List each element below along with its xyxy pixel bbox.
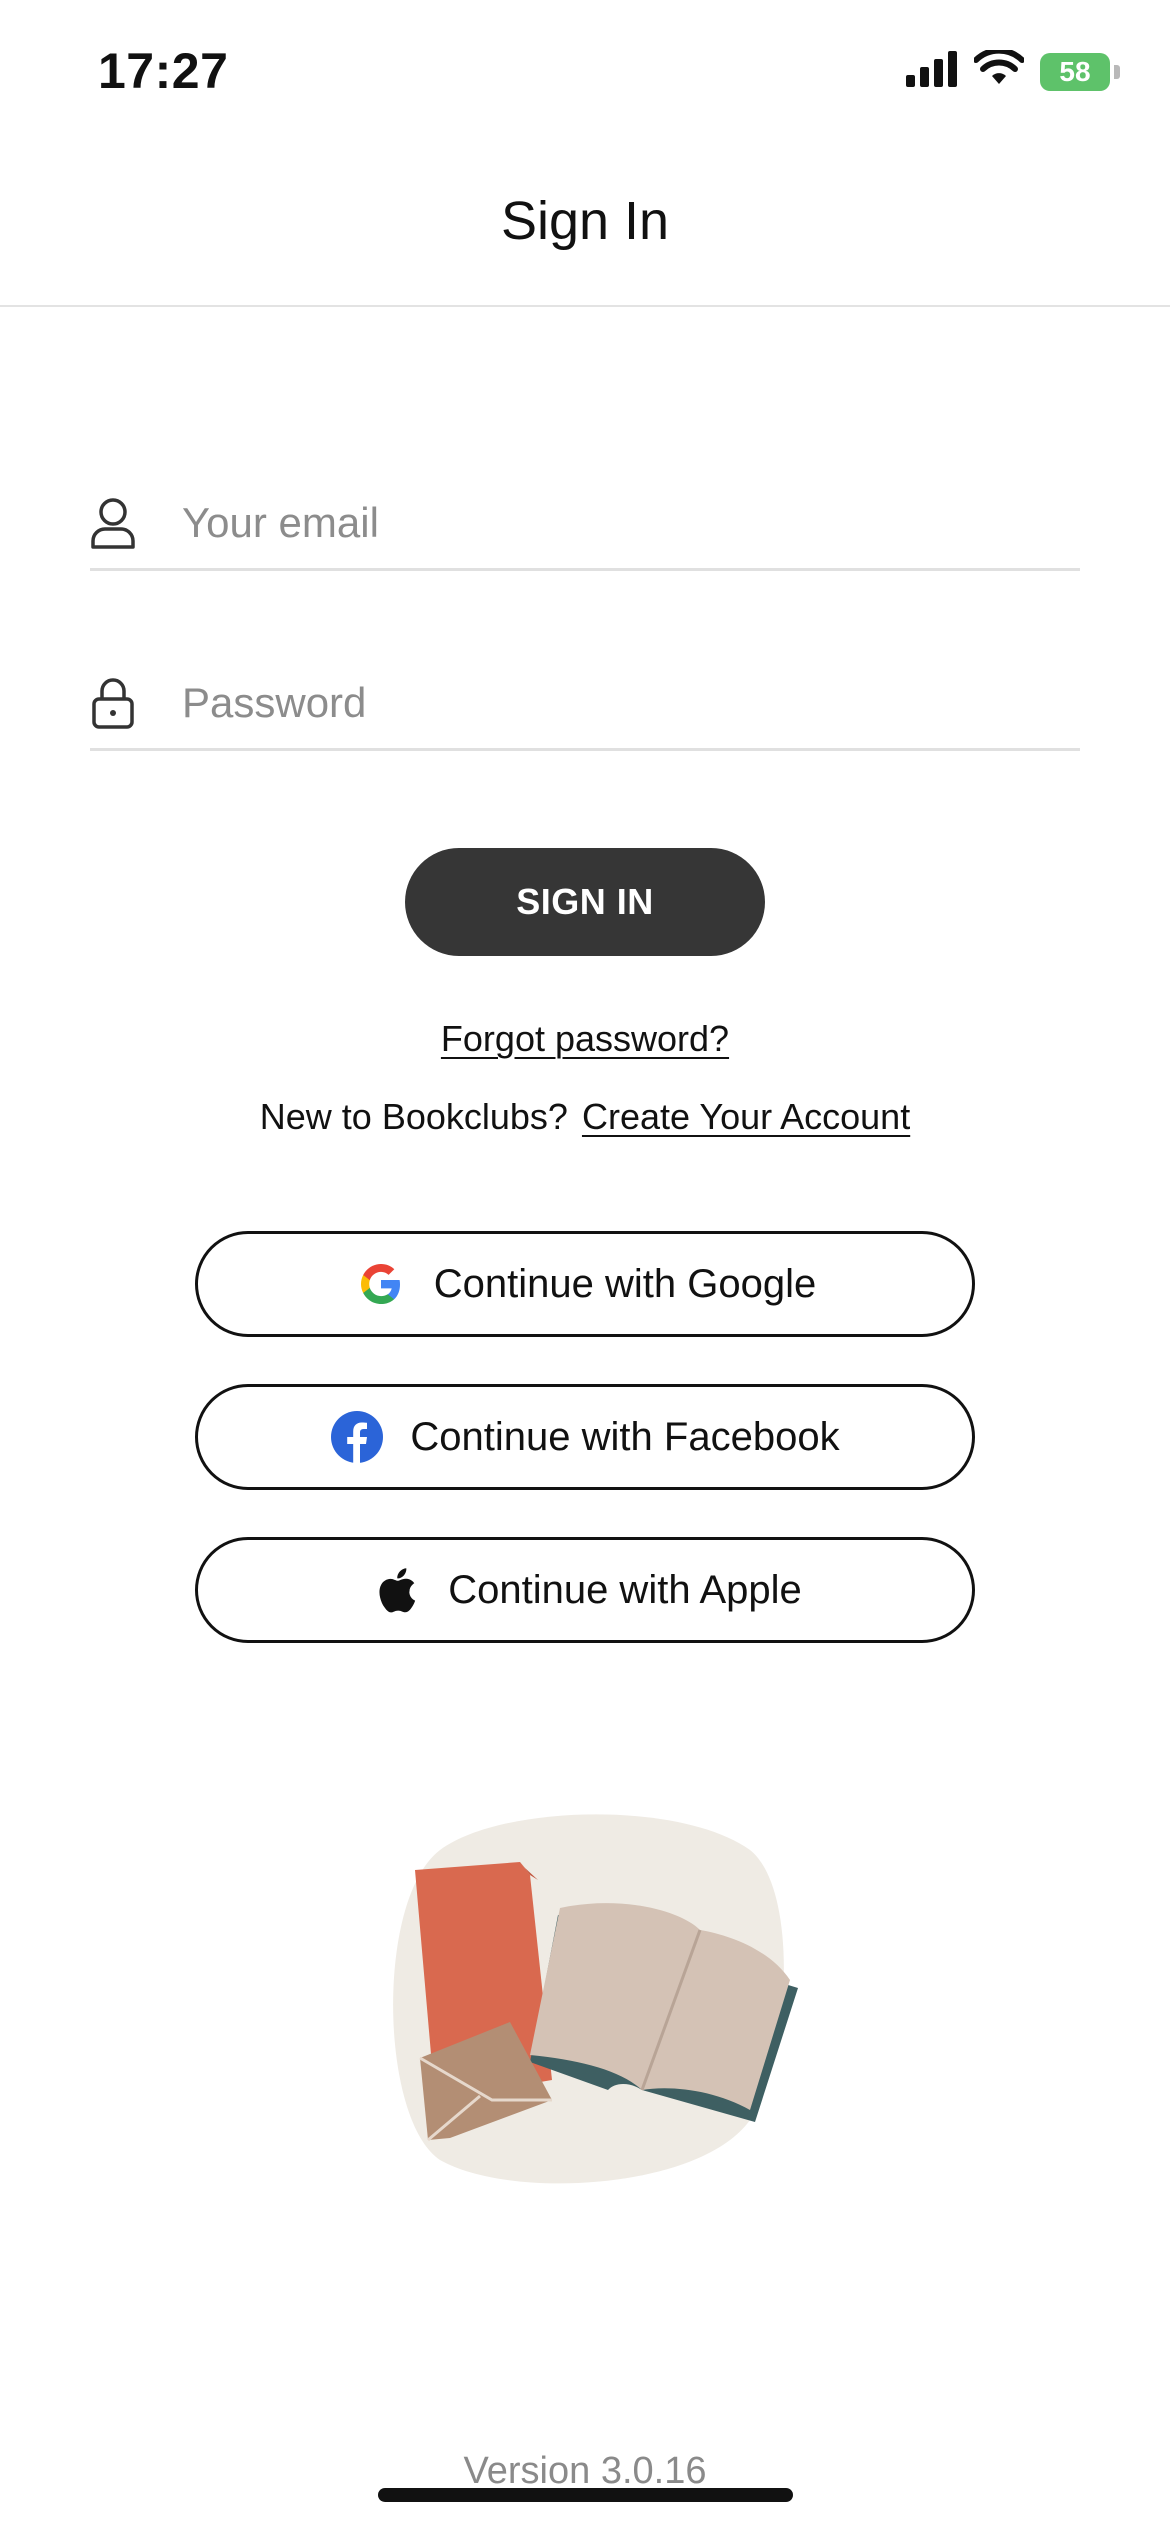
forgot-password-row: Forgot password? — [0, 1018, 1170, 1060]
apple-icon — [368, 1563, 422, 1617]
google-button-label: Continue with Google — [433, 1261, 817, 1306]
status-icons: 58 — [906, 47, 1120, 93]
battery-icon: 58 — [1040, 52, 1120, 91]
continue-with-apple-button[interactable]: Continue with Apple — [195, 1537, 975, 1643]
create-account-link[interactable]: Create Your Account — [582, 1096, 910, 1137]
wifi-icon — [973, 47, 1025, 93]
email-input[interactable] — [180, 498, 1080, 548]
header-divider — [0, 305, 1170, 307]
version-label: Version 3.0.16 — [463, 2450, 707, 2492]
sign-in-button[interactable]: SIGN IN — [405, 848, 765, 956]
apple-button-label: Continue with Apple — [448, 1567, 802, 1612]
create-account-row: New to Bookclubs? Create Your Account — [0, 1096, 1170, 1138]
password-input[interactable] — [180, 678, 1080, 728]
battery-cap — [1114, 64, 1120, 79]
continue-with-facebook-button[interactable]: Continue with Facebook — [195, 1384, 975, 1490]
status-time: 17:27 — [98, 43, 229, 99]
email-field-row — [90, 478, 1080, 571]
lock-icon — [90, 677, 136, 729]
continue-with-google-button[interactable]: Continue with Google — [195, 1231, 975, 1337]
password-field-row — [90, 658, 1080, 751]
google-icon — [354, 1257, 408, 1311]
books-illustration — [380, 1800, 800, 2200]
user-icon — [90, 497, 136, 549]
facebook-icon — [330, 1410, 384, 1464]
home-indicator — [378, 2488, 793, 2502]
new-user-prompt: New to Bookclubs? — [259, 1096, 568, 1137]
facebook-button-label: Continue with Facebook — [410, 1414, 840, 1459]
forgot-password-link[interactable]: Forgot password? — [441, 1018, 729, 1059]
page-title: Sign In — [500, 191, 670, 251]
battery-level: 58 — [1040, 52, 1110, 91]
signal-icon — [906, 51, 958, 92]
